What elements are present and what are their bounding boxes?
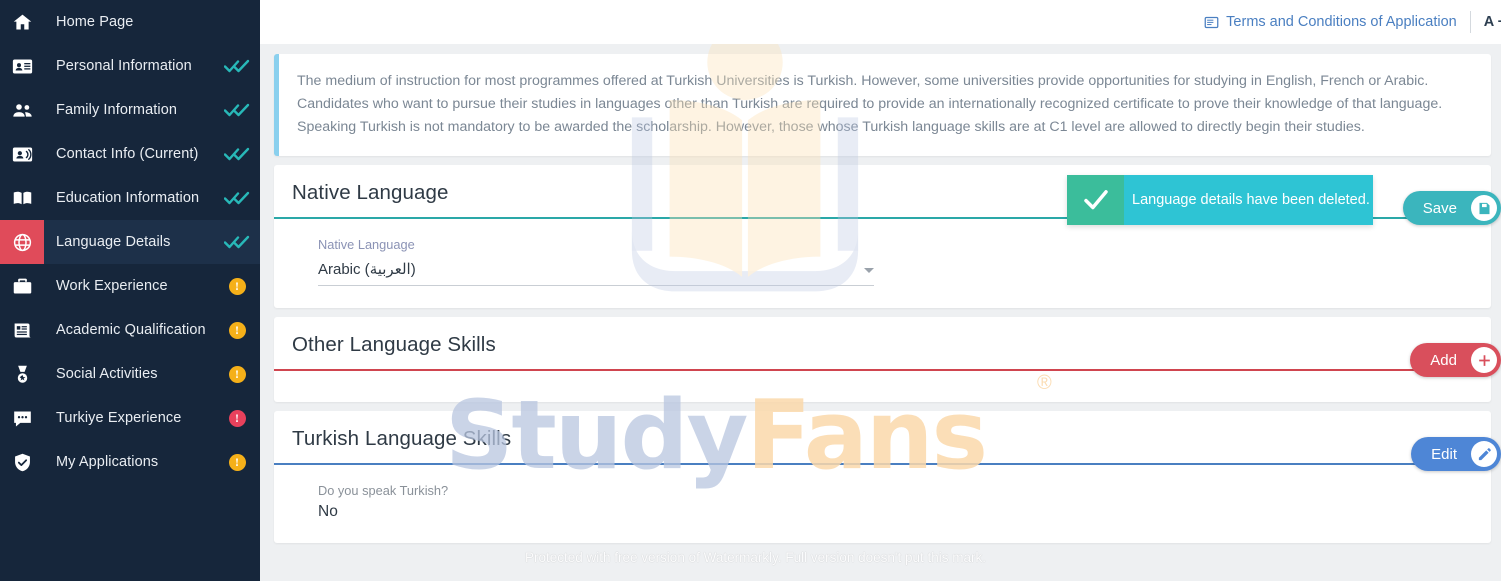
- sidebar-item-label: Contact Info (Current): [56, 146, 199, 162]
- people-icon: [0, 88, 44, 132]
- warning-badge: !: [228, 365, 246, 383]
- globe-icon: [0, 220, 44, 264]
- double-check-icon: [224, 235, 250, 249]
- id-card-icon: [0, 44, 44, 88]
- native-language-value: Arabic (العربية): [318, 261, 416, 278]
- sidebar-item-label: Work Experience: [56, 278, 168, 294]
- turkish-language-skills-body: Do you speak Turkish? No: [274, 465, 1491, 543]
- topbar-divider: [1469, 11, 1471, 33]
- sidebar-status-error: !: [214, 409, 260, 427]
- check-icon: [1067, 175, 1124, 225]
- speak-turkish-value: No: [318, 503, 338, 520]
- sidebar-navigation: Home Page Personal Information Family In…: [0, 0, 260, 581]
- main-content-area: StudyFans ® Protected with free version …: [260, 0, 1501, 581]
- section-title: Turkish Language Skills: [292, 427, 512, 450]
- sidebar-status-warning: !: [214, 277, 260, 295]
- sidebar-item-label: Home Page: [56, 14, 134, 30]
- sidebar-status-warning: !: [214, 365, 260, 383]
- shield-check-icon: [0, 440, 44, 484]
- sidebar-item-education-information[interactable]: Education Information: [0, 176, 260, 220]
- sidebar-item-label: Social Activities: [56, 366, 158, 382]
- double-check-icon: [224, 191, 250, 205]
- home-icon: [0, 0, 44, 44]
- sidebar-item-personal-information[interactable]: Personal Information: [0, 44, 260, 88]
- medal-icon: [0, 352, 44, 396]
- double-check-icon: [224, 103, 250, 117]
- document-icon: [1204, 16, 1219, 28]
- pencil-icon: [1471, 441, 1497, 467]
- warning-badge: !: [228, 277, 246, 295]
- sidebar-status-complete: [214, 191, 260, 205]
- instruction-notice-card: The medium of instruction for most progr…: [274, 54, 1491, 156]
- error-badge: !: [228, 409, 246, 427]
- sidebar-item-home-page[interactable]: Home Page: [0, 0, 260, 44]
- sidebar-item-turkiye-experience[interactable]: Turkiye Experience !: [0, 396, 260, 440]
- sidebar-item-label: Academic Qualification: [56, 322, 206, 338]
- briefcase-icon: [0, 264, 44, 308]
- sidebar-status-complete: [214, 59, 260, 73]
- sidebar-item-label: Family Information: [56, 102, 178, 118]
- sidebar-item-social-activities[interactable]: Social Activities !: [0, 352, 260, 396]
- sidebar-item-label: Education Information: [56, 190, 200, 206]
- sidebar-status-complete: [214, 235, 260, 249]
- sidebar-status-warning: !: [214, 321, 260, 339]
- sidebar-item-academic-qualification[interactable]: Academic Qualification !: [0, 308, 260, 352]
- page-content: The medium of instruction for most progr…: [260, 54, 1501, 543]
- native-language-body: Native Language Arabic (العربية): [274, 219, 1491, 308]
- turkish-language-skills-section: Turkish Language Skills Edit Do you spea…: [274, 411, 1501, 543]
- chevron-down-icon: [864, 268, 874, 273]
- sidebar-item-contact-info[interactable]: Contact Info (Current): [0, 132, 260, 176]
- add-button[interactable]: Add: [1410, 343, 1501, 377]
- other-language-skills-body: [274, 371, 1491, 402]
- warning-badge: !: [228, 321, 246, 339]
- font-size-control[interactable]: A +/-: [1484, 14, 1501, 30]
- edit-button-label: Edit: [1431, 445, 1457, 463]
- book-icon: [0, 176, 44, 220]
- add-button-label: Add: [1430, 351, 1457, 369]
- other-language-skills-section: Other Language Skills Add: [274, 317, 1501, 402]
- other-language-skills-header: Other Language Skills: [274, 317, 1491, 369]
- toast-notification[interactable]: Language details have been deleted.: [1067, 175, 1373, 225]
- notice-text: The medium of instruction for most progr…: [297, 73, 1443, 135]
- section-title: Other Language Skills: [292, 333, 496, 356]
- native-language-field-label: Native Language: [318, 237, 415, 252]
- turkish-language-skills-header: Turkish Language Skills: [274, 411, 1491, 463]
- contact-card-icon: [0, 132, 44, 176]
- sidebar-item-label: My Applications: [56, 454, 159, 470]
- terms-link-label: Terms and Conditions of Application: [1226, 14, 1457, 30]
- toast-message: Language details have been deleted.: [1132, 192, 1370, 208]
- watermarkly-footer-text: Protected with free version of Watermark…: [525, 550, 986, 565]
- save-button-label: Save: [1422, 199, 1457, 217]
- sidebar-item-label: Personal Information: [56, 58, 192, 74]
- certificate-icon: [0, 308, 44, 352]
- double-check-icon: [224, 147, 250, 161]
- top-bar: Terms and Conditions of Application A +/…: [260, 0, 1501, 44]
- double-check-icon: [224, 59, 250, 73]
- speak-turkish-label: Do you speak Turkish?: [318, 483, 449, 498]
- sidebar-item-family-information[interactable]: Family Information: [0, 88, 260, 132]
- edit-button[interactable]: Edit: [1411, 437, 1501, 471]
- save-icon: [1471, 195, 1497, 221]
- sidebar-item-label: Language Details: [56, 234, 171, 250]
- plus-icon: [1471, 347, 1497, 373]
- save-button[interactable]: Save: [1402, 191, 1501, 225]
- native-language-select[interactable]: Arabic (العربية): [318, 260, 874, 286]
- terms-and-conditions-link[interactable]: Terms and Conditions of Application: [1204, 14, 1457, 30]
- sidebar-item-language-details[interactable]: Language Details: [0, 220, 260, 264]
- application-window: Home Page Personal Information Family In…: [0, 0, 1501, 581]
- native-language-field: Native Language Arabic (العربية): [318, 237, 874, 286]
- sidebar-status-complete: [214, 103, 260, 117]
- sidebar-item-work-experience[interactable]: Work Experience !: [0, 264, 260, 308]
- sidebar-item-label: Turkiye Experience: [56, 410, 182, 426]
- sidebar-status-complete: [214, 147, 260, 161]
- sidebar-status-warning: !: [214, 453, 260, 471]
- warning-badge: !: [228, 453, 246, 471]
- chat-icon: [0, 396, 44, 440]
- sidebar-item-my-applications[interactable]: My Applications !: [0, 440, 260, 484]
